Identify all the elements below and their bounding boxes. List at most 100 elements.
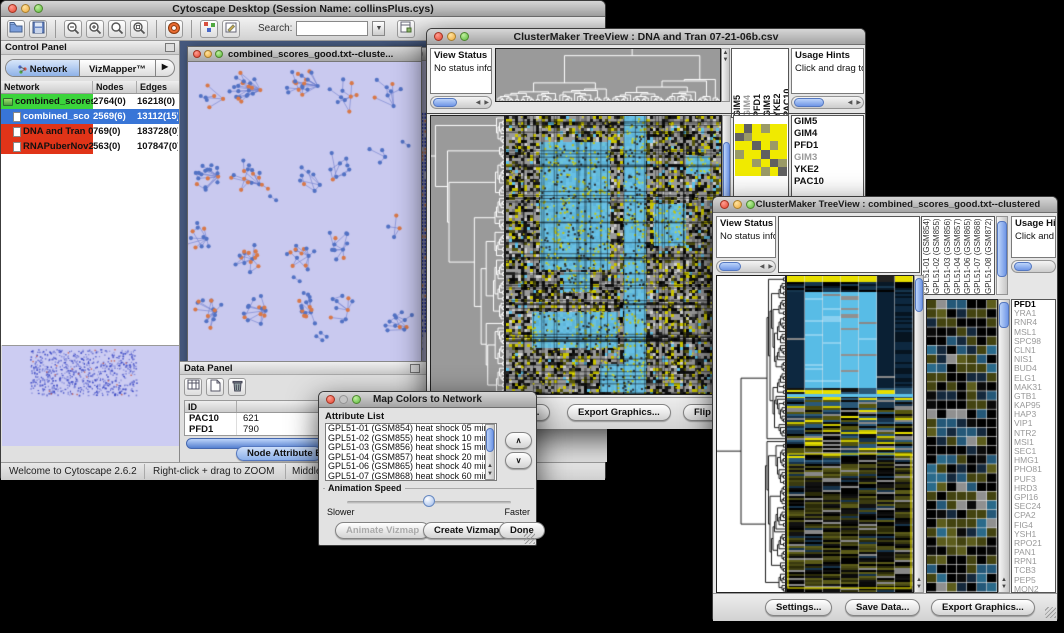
export-table-icon[interactable] bbox=[397, 20, 415, 38]
network-table-row[interactable]: RNAPuberNov2+ 563(0) 107847(0) bbox=[1, 139, 179, 154]
scroll-left-icon[interactable]: ◀ bbox=[758, 263, 767, 270]
speed-slider-thumb[interactable] bbox=[423, 495, 435, 507]
zoom-out-icon[interactable] bbox=[64, 20, 82, 38]
scroll-up-icon[interactable]: ▲ bbox=[486, 463, 494, 470]
minimize-icon[interactable] bbox=[447, 32, 456, 41]
done-button[interactable]: Done bbox=[499, 522, 545, 539]
search-dropdown-icon[interactable]: ▼ bbox=[372, 21, 385, 36]
attribute-list-item[interactable]: GPL51-07 (GSM868) heat shock 60 min bbox=[326, 472, 496, 482]
column-label[interactable]: GPL51-06 (GSM865) bbox=[963, 217, 973, 294]
column-label[interactable]: GPL51-03 (GSM856) bbox=[943, 217, 953, 294]
col-edges[interactable]: Edges bbox=[137, 81, 178, 93]
tv2-column-dendrogram-area[interactable] bbox=[778, 216, 920, 273]
scroll-up-icon[interactable]: ▲ bbox=[722, 50, 729, 57]
scroll-down-icon[interactable]: ▼ bbox=[486, 471, 494, 478]
resize-grip[interactable] bbox=[524, 533, 535, 544]
network-table-row[interactable]: DNA and Tran 07 769(0) 183728(0) bbox=[1, 124, 179, 139]
scroll-down-icon[interactable]: ▼ bbox=[722, 57, 729, 64]
save-data-button[interactable]: Save Data... bbox=[845, 599, 920, 616]
minimize-icon[interactable] bbox=[733, 200, 742, 209]
column-label[interactable]: YKE2 bbox=[772, 49, 782, 117]
select-attributes-icon[interactable] bbox=[184, 378, 202, 396]
zoom-window-icon[interactable] bbox=[215, 50, 223, 58]
inner-window1-title-bar[interactable]: combined_scores_good.txt--cluste... bbox=[188, 47, 421, 62]
scrollbar-thumb[interactable] bbox=[999, 302, 1009, 328]
scroll-left-icon[interactable]: ◀ bbox=[846, 99, 855, 106]
scroll-down-icon[interactable]: ▼ bbox=[915, 584, 923, 591]
network-table-row[interactable]: combined_sco 2569(6) 13112(15) bbox=[1, 109, 179, 124]
tv2-row-dendrogram[interactable] bbox=[716, 275, 786, 593]
tv2-gene-list[interactable]: PFD1YRA1RNR4MSL1SPC98CLN1NIS1BUD4ELG1MAK… bbox=[1011, 299, 1056, 593]
scroll-left-icon[interactable]: ◀ bbox=[474, 99, 483, 106]
col-nodes[interactable]: Nodes bbox=[93, 81, 137, 93]
scroll-right-icon[interactable]: ▶ bbox=[854, 99, 863, 106]
node-attribute-browser-tab[interactable]: Node Attribute Browser bbox=[236, 446, 322, 461]
column-label[interactable]: GIM4 bbox=[742, 49, 752, 117]
open-session-button[interactable] bbox=[7, 20, 25, 38]
column-label[interactable]: GPL51-02 (GSM855) bbox=[932, 217, 942, 294]
column-label[interactable]: GPL51-07 (GSM868) bbox=[973, 217, 983, 294]
tv1-heatmap[interactable] bbox=[505, 115, 722, 395]
export-graphics-button[interactable]: Export Graphics... bbox=[567, 404, 671, 421]
tv2-global-heatmap[interactable] bbox=[786, 275, 914, 593]
main-title-bar[interactable]: Cytoscape Desktop (Session Name: collins… bbox=[1, 1, 605, 17]
tab-overflow-icon[interactable]: ▶ bbox=[155, 60, 174, 76]
dialog-title-bar[interactable]: Map Colors to Network bbox=[319, 392, 536, 408]
float-panel-icon[interactable] bbox=[165, 43, 175, 52]
tv2-labels-vscrollbar[interactable] bbox=[996, 216, 1008, 295]
yellow-correlation-matrix[interactable] bbox=[735, 124, 787, 176]
scroll-right-icon[interactable]: ▶ bbox=[766, 263, 775, 270]
treeview2-title-bar[interactable]: ClusterMaker TreeView : combined_scores_… bbox=[713, 197, 1057, 213]
scroll-up-icon[interactable]: ▲ bbox=[999, 577, 1009, 584]
tv2-status-hscrollbar[interactable]: ◀▶ bbox=[716, 260, 776, 273]
column-label[interactable]: GIM5 bbox=[732, 49, 742, 117]
move-up-button[interactable]: ∧ bbox=[505, 432, 532, 449]
move-down-button[interactable]: ∨ bbox=[505, 452, 532, 469]
gene-list-item[interactable]: GIM4 bbox=[792, 128, 863, 140]
tab-vizmapper[interactable]: VizMapper™ bbox=[80, 60, 155, 76]
col-network[interactable]: Network bbox=[1, 81, 93, 93]
gene-list-item[interactable]: MON2 bbox=[1012, 585, 1055, 593]
network-view-window-1[interactable]: combined_scores_good.txt--cluste... bbox=[187, 46, 422, 373]
tv2-usage-hscrollbar[interactable] bbox=[1011, 260, 1056, 273]
close-icon[interactable] bbox=[8, 4, 17, 13]
attribute-list-vscrollbar[interactable]: ▲ ▼ bbox=[485, 424, 495, 480]
float-panel-icon[interactable] bbox=[410, 364, 420, 373]
close-icon[interactable] bbox=[193, 50, 201, 58]
tv2-heat-vscrollbar[interactable]: ▲ ▼ bbox=[914, 275, 924, 593]
tv1-top-vscrollbar[interactable]: ▲▼ bbox=[721, 48, 730, 102]
vizmapper-palette-icon[interactable] bbox=[200, 20, 218, 38]
scroll-down-icon[interactable]: ▼ bbox=[999, 584, 1009, 591]
network-table-row[interactable]: combined_scores_ 2764(0) 16218(0) bbox=[1, 94, 179, 109]
tv1-row-dendrogram[interactable] bbox=[430, 115, 505, 395]
scroll-up-icon[interactable]: ▲ bbox=[915, 577, 923, 584]
column-label[interactable]: PAC10 bbox=[782, 49, 789, 117]
tv2-zoom-heatmap[interactable] bbox=[926, 299, 998, 593]
scrollbar-thumb[interactable] bbox=[486, 428, 494, 452]
resize-grip[interactable] bbox=[1045, 607, 1056, 618]
delete-attribute-icon[interactable] bbox=[228, 378, 246, 396]
close-icon[interactable] bbox=[720, 200, 729, 209]
tv1-status-hscrollbar[interactable]: ◀▶ bbox=[430, 96, 492, 109]
zoom-in-icon[interactable] bbox=[86, 20, 104, 38]
column-label[interactable]: PFD1 bbox=[752, 49, 762, 117]
minimize-icon[interactable] bbox=[339, 395, 348, 404]
column-label[interactable]: GPL51-08 (GSM872) bbox=[984, 217, 994, 294]
col-id[interactable]: ID bbox=[185, 401, 237, 412]
minimize-icon[interactable] bbox=[21, 4, 30, 13]
zoom-fit-icon[interactable] bbox=[108, 20, 126, 38]
zoom-selected-icon[interactable] bbox=[130, 20, 148, 38]
gene-list-item[interactable]: PAC10 bbox=[792, 176, 863, 188]
scrollbar-thumb[interactable] bbox=[915, 278, 923, 312]
tv1-column-dendrogram[interactable] bbox=[495, 48, 721, 102]
network-canvas-1[interactable] bbox=[188, 62, 421, 372]
tv2-zoom-vscrollbar[interactable]: ▲ ▼ bbox=[998, 299, 1010, 593]
scrollbar-thumb[interactable] bbox=[997, 221, 1007, 277]
tv1-usage-hscrollbar[interactable]: ◀▶ bbox=[791, 96, 864, 109]
gene-list-item[interactable]: GIM5 bbox=[792, 116, 863, 128]
minimize-icon[interactable] bbox=[204, 50, 212, 58]
annotation-icon[interactable] bbox=[222, 20, 240, 38]
new-attribute-icon[interactable] bbox=[206, 378, 224, 396]
column-label[interactable]: GPL51-04 (GSM857) bbox=[953, 217, 963, 294]
network-overview-canvas[interactable] bbox=[2, 345, 179, 446]
